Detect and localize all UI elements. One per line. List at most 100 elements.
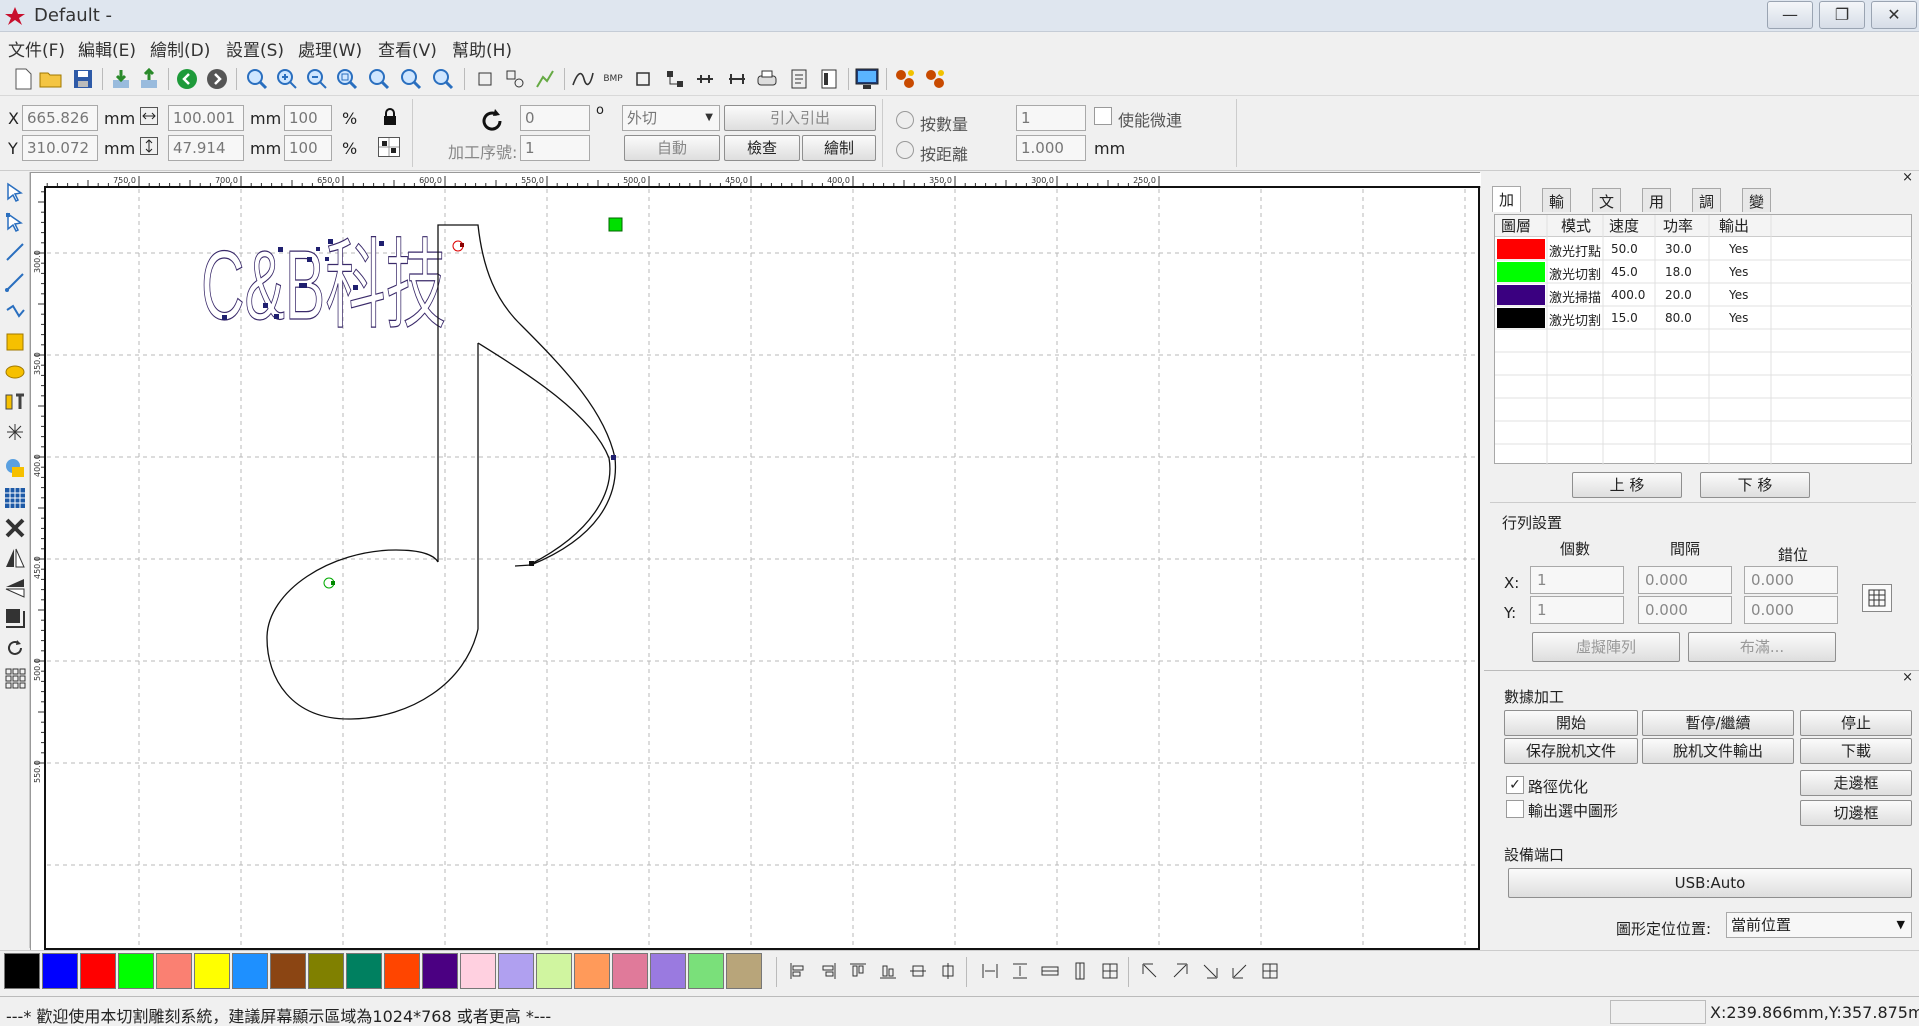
color-swatch[interactable] [270,953,306,989]
array-tool-icon[interactable] [3,486,27,510]
cut-mode-select[interactable]: 外切 ▼ [622,105,720,131]
minimize-button[interactable]: — [1767,1,1813,29]
scale-width-field[interactable]: 100 [284,105,332,131]
menu-process[interactable]: 處理(W) [298,36,362,61]
color-swatch[interactable] [650,953,686,989]
layer-row[interactable]: 激光切割 45.0 18.0 Yes [1495,261,1911,283]
micro-connect-checkbox[interactable] [1094,107,1112,125]
color-swatch[interactable] [498,953,534,989]
check-button[interactable]: 檢查 [724,135,800,161]
array-x-count-field[interactable]: 1 [1530,566,1624,594]
save-offline-button[interactable]: 保存脫机文件 [1504,738,1638,764]
tab-debug[interactable]: 調試 [1692,188,1722,232]
node-edit-icon[interactable] [502,66,528,92]
redo-icon[interactable] [204,66,230,92]
array-y-offset-field[interactable]: 0.000 [1744,596,1838,624]
cut-border-button[interactable]: 切邊框 [1800,800,1912,826]
panel-close-icon[interactable]: × [1902,170,1913,185]
point-tool-icon[interactable] [3,420,27,444]
align-top-icon[interactable] [846,959,870,983]
layer-color-swatch[interactable] [1497,285,1545,305]
color-swatch[interactable] [688,953,724,989]
mirror-horizontal-icon[interactable] [3,546,27,570]
equal-spacing-h-icon[interactable] [978,959,1002,983]
move-top-left-icon[interactable] [1138,959,1162,983]
open-folder-icon[interactable] [38,66,64,92]
color-swatch[interactable] [536,953,572,989]
document-icon[interactable] [786,66,812,92]
stop-button[interactable]: 停止 [1800,710,1912,736]
color-swatch[interactable] [422,953,458,989]
layer-color-swatch[interactable] [1497,308,1545,328]
node-select-icon[interactable] [3,210,27,234]
height-field[interactable]: 47.914 [168,135,244,161]
color-swatch[interactable] [156,953,192,989]
layer-color-swatch[interactable] [1497,239,1545,259]
color-swatch[interactable] [308,953,344,989]
layer-row[interactable]: 激光打點 50.0 30.0 Yes [1495,238,1911,260]
cloud-icon[interactable] [922,66,948,92]
curve-tool-icon[interactable] [3,300,27,324]
menu-settings[interactable]: 設置(S) [226,36,284,61]
same-height-icon[interactable] [1068,959,1092,983]
mirror-vertical-icon[interactable] [3,576,27,600]
bug-icon[interactable] [892,66,918,92]
align-bottom-icon[interactable] [876,959,900,983]
print-icon[interactable] [754,66,780,92]
tab-process[interactable]: 加工 [1492,186,1522,230]
text-art-cb[interactable]: C&B科技 [200,229,446,340]
select-rect-icon[interactable] [472,66,498,92]
undo-icon[interactable] [174,66,200,92]
same-size-icon[interactable] [1098,959,1122,983]
monitor-icon[interactable] [854,66,880,92]
lead-in-out-button[interactable]: 引入引出 [724,105,876,131]
by-count-radio[interactable] [896,111,914,129]
move-down-button[interactable]: 下 移 [1700,472,1810,498]
delete-tool-icon[interactable] [3,516,27,540]
move-bottom-right-icon[interactable] [1198,959,1222,983]
align-center-v-icon[interactable] [936,959,960,983]
layer-row[interactable]: 激光切割 15.0 80.0 Yes [1495,307,1911,329]
curve-icon[interactable] [570,66,596,92]
by-distance-radio[interactable] [896,141,914,159]
zoom-fit-icon[interactable] [334,66,360,92]
path-icon[interactable] [532,66,558,92]
panel-close-icon[interactable]: × [1902,670,1913,685]
distance-field[interactable]: 1.000 [1016,135,1086,161]
rotate-tool-icon[interactable] [3,636,27,660]
menu-edit[interactable]: 編輯(E) [78,36,136,61]
zoom-out-icon[interactable] [304,66,330,92]
bmp-icon[interactable]: BMP [600,66,626,92]
auto-button[interactable]: 自動 [624,135,720,161]
path-optimize-checkbox[interactable]: ✓ [1506,776,1524,794]
tab-transform[interactable]: 變換 [1742,188,1772,232]
layout-icon[interactable] [816,66,842,92]
polyline-tool-icon[interactable] [3,270,27,294]
tab-document[interactable]: 文檔 [1592,188,1622,232]
grid-array-icon[interactable] [3,666,27,690]
center-grid-icon[interactable] [378,137,400,157]
rectangle-tool-icon[interactable] [3,330,27,354]
color-swatch[interactable] [346,953,382,989]
color-swatch[interactable] [574,953,610,989]
color-swatch[interactable] [194,953,230,989]
align-center-h-icon[interactable] [906,959,930,983]
zoom-all-icon[interactable] [430,66,456,92]
color-swatch[interactable] [4,953,40,989]
count-field[interactable]: 1 [1016,105,1086,131]
ungroup-icon[interactable] [692,66,718,92]
export-offline-button[interactable]: 脫机文件輸出 [1642,738,1794,764]
process-order-field[interactable]: 1 [520,135,590,161]
group-icon[interactable] [662,66,688,92]
line-tool-icon[interactable] [3,240,27,264]
array-x-spacing-field[interactable]: 0.000 [1638,566,1732,594]
arrange-tool-icon[interactable] [3,606,27,630]
menu-help[interactable]: 幫助(H) [452,36,512,61]
bitmap-tool-icon[interactable] [3,456,27,480]
save-icon[interactable] [70,66,96,92]
restore-button[interactable]: ❐ [1819,1,1865,29]
color-swatch[interactable] [384,953,420,989]
align-icon[interactable] [724,66,750,92]
usb-port-button[interactable]: USB:Auto [1508,868,1912,898]
menu-draw[interactable]: 繪制(D) [150,36,210,61]
